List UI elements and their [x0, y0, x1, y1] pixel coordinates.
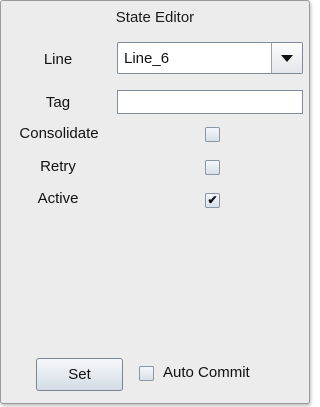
tag-label: Tag [45, 94, 71, 111]
line-combobox-value: Line_6 [124, 50, 170, 67]
consolidate-checkbox[interactable] [205, 127, 220, 142]
line-label: Line [43, 51, 73, 68]
check-icon: ✔ [207, 193, 218, 207]
consolidate-label: Consolidate [19, 125, 99, 142]
set-button[interactable]: Set [36, 358, 123, 391]
tag-input[interactable] [117, 90, 303, 114]
active-checkbox[interactable]: ✔ [205, 193, 220, 208]
auto-commit-checkbox[interactable] [139, 366, 154, 381]
active-label: Active [37, 190, 79, 207]
retry-label: Retry [40, 158, 76, 175]
state-editor-panel: State Editor Line Line_6 Tag Consolidate… [0, 0, 310, 404]
chevron-down-icon[interactable] [271, 43, 302, 73]
retry-checkbox[interactable] [205, 160, 220, 175]
line-combobox[interactable]: Line_6 [117, 42, 303, 74]
auto-commit-label: Auto Commit [163, 364, 250, 381]
panel-title: State Editor [115, 9, 195, 26]
